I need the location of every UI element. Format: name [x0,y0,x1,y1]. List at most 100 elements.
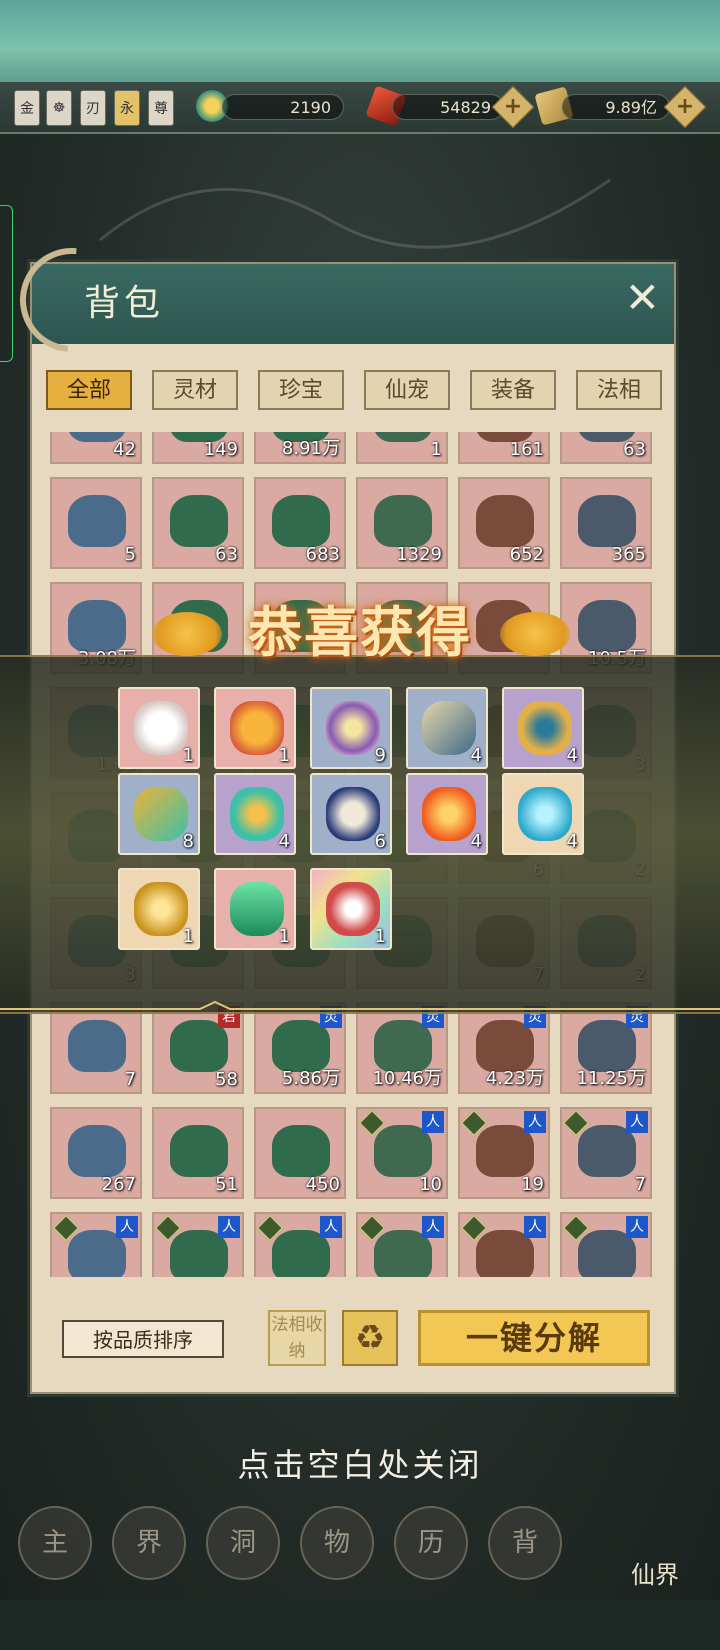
inventory-slot[interactable]: 人 [560,1212,652,1277]
inventory-slot[interactable]: 450 [254,1107,346,1199]
inventory-slot[interactable]: 63 [560,432,652,464]
peacock-feather-icon [518,701,572,755]
reward-item-swallow-kite[interactable]: 1 [310,868,392,950]
close-icon[interactable]: ✕ [625,277,660,319]
item-count: 4.23万 [485,1068,544,1089]
inventory-slot[interactable]: 149 [152,432,244,464]
tab-materials[interactable]: 灵材 [152,370,238,410]
nav-realm[interactable]: 界 [112,1506,186,1580]
recycle-icon[interactable]: ♻ [342,1310,398,1366]
reward-item-star-flower[interactable]: 9 [310,687,392,769]
inventory-slot[interactable]: 652 [458,477,550,569]
rank-badge[interactable]: ☸ [46,90,72,126]
nav-bag[interactable]: 背 [488,1506,562,1580]
reward-count: 1 [278,745,290,766]
item-count: 10 [419,1174,442,1195]
reward-count: 4 [566,745,578,766]
sort-by-quality-button[interactable]: 按品质排序 [62,1320,224,1358]
nav-cave[interactable]: 洞 [206,1506,280,1580]
nav-main[interactable]: 主 [18,1506,92,1580]
add-coin-button[interactable]: + [663,85,707,129]
inventory-slot[interactable]: 365 [560,477,652,569]
inventory-slot[interactable]: 人 [356,1212,448,1277]
nav-xianjie[interactable]: 仙界 [600,1500,710,1590]
reward-count: 4 [470,831,482,852]
item-count: 5 [124,544,136,565]
tab-treasures[interactable]: 珍宝 [258,370,344,410]
grade-tag: 人 [320,1216,342,1238]
background-sketch [99,178,611,249]
rank-badge[interactable]: 金 [14,90,40,126]
category-tabs: 全部 灵材 珍宝 仙宠 装备 法相 [46,370,662,412]
ornament-divider [0,1000,720,1010]
inventory-slot[interactable]: 人7 [560,1107,652,1199]
inventory-slot[interactable]: 1329 [356,477,448,569]
inventory-slot[interactable]: 人 [50,1212,142,1277]
inventory-slot[interactable]: 人 10 [356,1107,448,1199]
inventory-slot[interactable]: 人 [152,1212,244,1277]
inventory-slot[interactable]: 5 [50,477,142,569]
reward-count: 6 [374,831,386,852]
nav-items[interactable]: 物 [300,1506,374,1580]
item-count: 652 [509,544,544,565]
rank-badge[interactable]: 永 [114,90,140,126]
inventory-slot[interactable]: 人 [458,1212,550,1277]
reward-item-cloud-charm[interactable]: 4 [214,773,296,855]
inventory-slot[interactable]: 42 [50,432,142,464]
item-count: 161 [509,439,544,460]
reward-item-golden-lion[interactable]: 1 [214,687,296,769]
item-icon [68,1125,126,1177]
nav-trials[interactable]: 历 [394,1506,468,1580]
side-tab[interactable] [0,205,13,362]
grade-tag: 人 [626,1216,648,1238]
rank-badge-label: 刃 [86,101,100,117]
reward-item-hairpin[interactable]: 8 [118,773,200,855]
item-count: 267 [101,1174,136,1195]
inventory-slot[interactable]: 161 [458,432,550,464]
grade-tag: 人 [218,1216,240,1238]
item-count: 1 [430,439,442,460]
reward-item-peacock-feather[interactable]: 4 [502,687,584,769]
item-icon [170,495,228,547]
plus-icon: + [503,94,523,119]
inventory-slot[interactable]: 267 [50,1107,142,1199]
inventory-slot[interactable]: 人 19 [458,1107,550,1199]
inventory-slot[interactable]: 8.91万 [254,432,346,464]
inventory-slot[interactable]: 683 [254,477,346,569]
reward-item-fire-essence[interactable]: 4 [406,773,488,855]
item-count: 450 [305,1174,340,1195]
add-crystal-button[interactable]: + [491,85,535,129]
reward-count: 4 [278,831,290,852]
reward-count: 1 [182,745,194,766]
tab-all[interactable]: 全部 [46,370,132,410]
rank-badge[interactable]: 刃 [80,90,106,126]
inventory-slot[interactable]: 1 [356,432,448,464]
tab-equipment[interactable]: 装备 [470,370,556,410]
reward-item-spirit-bottle[interactable]: 4 [502,773,584,855]
faxiang-storage-button[interactable]: 法相收纳 [268,1310,326,1366]
item-count: 11.25万 [576,1068,646,1089]
tab-pets[interactable]: 仙宠 [364,370,450,410]
rank-badge-label: 永 [120,101,134,117]
reward-item-porcelain-vase[interactable]: 6 [310,773,392,855]
inventory-slot[interactable]: 63 [152,477,244,569]
coin-value: 9.89亿 [562,94,670,120]
item-icon [374,495,432,547]
reward-item-jade-rabbit[interactable]: 1 [118,687,200,769]
spirit-value: 2190 [222,94,344,120]
one-click-decompose-button[interactable]: 一键分解 [418,1310,650,1366]
inventory-slot[interactable]: 人 [254,1212,346,1277]
item-count: 8.91万 [281,438,340,459]
item-count: 5.86万 [281,1068,340,1089]
reward-item-jade-pillow[interactable]: 1 [214,868,296,950]
reward-item-gold-censer[interactable]: 1 [118,868,200,950]
item-count: 149 [203,439,238,460]
reward-count: 1 [374,926,386,947]
tab-faxiang[interactable]: 法相 [576,370,662,410]
reward-item-scroll[interactable]: 4 [406,687,488,769]
rank-badge[interactable]: 尊 [148,90,174,126]
grade-tag: 人 [626,1111,648,1133]
inventory-slot[interactable]: 51 [152,1107,244,1199]
rank-badge-label: 金 [20,101,34,117]
item-count: 10.46万 [372,1068,442,1089]
